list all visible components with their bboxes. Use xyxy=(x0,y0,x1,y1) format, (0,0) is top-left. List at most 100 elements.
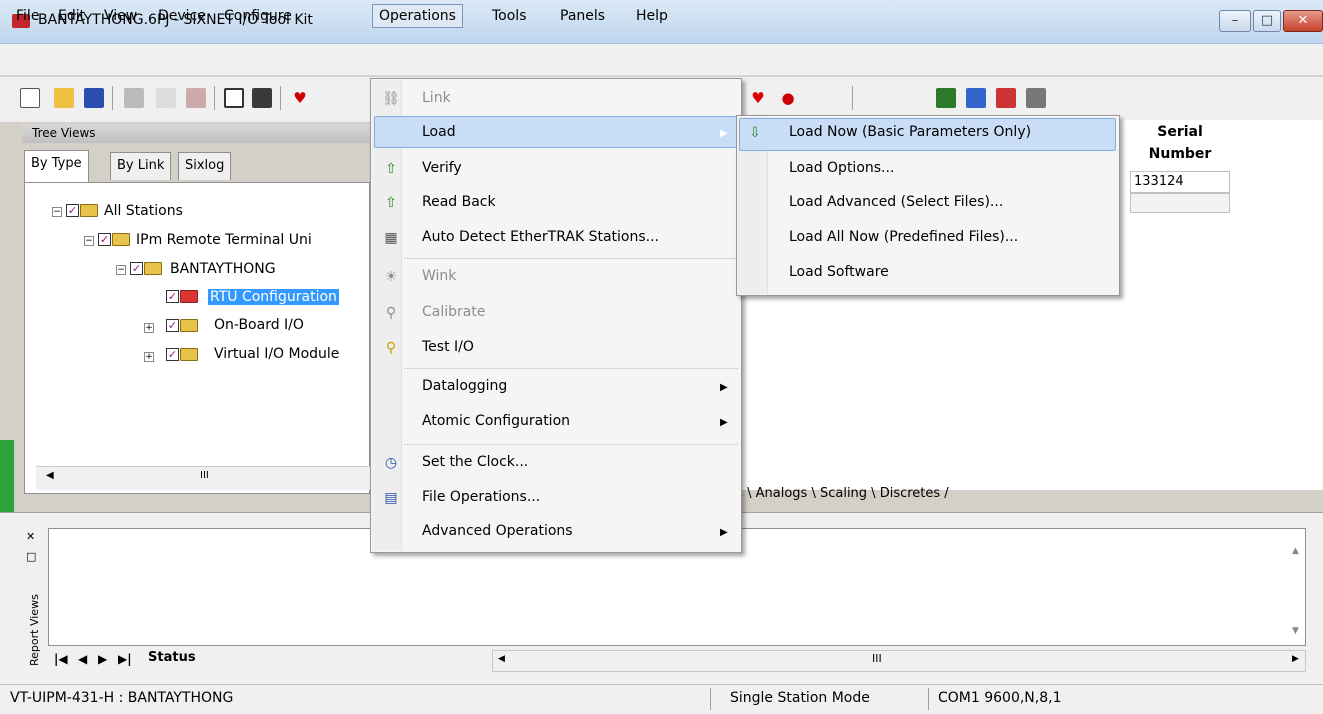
menu-help[interactable]: Help xyxy=(632,8,672,24)
menu-item-load-now[interactable]: Load Now (Basic Parameters Only) xyxy=(789,124,1031,140)
paste-icon[interactable] xyxy=(186,88,206,108)
menu-item-auto-detect[interactable]: Auto Detect EtherTRAK Stations... xyxy=(422,229,659,245)
menu-item-wink[interactable]: Wink xyxy=(422,268,456,284)
file-operations-icon: ▤ xyxy=(384,490,398,506)
auto-detect-icon: ▦ xyxy=(384,230,398,246)
last-page-icon[interactable]: ▶| xyxy=(118,652,132,666)
scroll-right-icon[interactable]: ▶ xyxy=(1292,654,1299,664)
close-icon[interactable]: ✕ xyxy=(26,530,35,543)
menu-view[interactable]: View xyxy=(100,8,141,24)
menu-file[interactable]: File xyxy=(12,8,43,24)
toolbar-separator xyxy=(112,86,113,110)
heart-icon[interactable]: ♥ xyxy=(748,88,768,108)
menu-item-atomic-configuration[interactable]: Atomic Configuration xyxy=(422,413,570,429)
verify-icon: ⇧ xyxy=(385,161,397,177)
next-page-icon[interactable]: ▶ xyxy=(98,652,107,666)
copy-icon[interactable] xyxy=(156,88,176,108)
menu-item-link[interactable]: Link xyxy=(422,90,451,106)
menu-item-load[interactable]: Load xyxy=(422,124,456,140)
checkbox-icon[interactable]: ✓ xyxy=(66,204,79,217)
expand-icon[interactable]: + xyxy=(144,352,154,362)
folder-icon xyxy=(144,262,162,275)
report-views-label: Report Views xyxy=(28,594,41,666)
expand-icon[interactable]: + xyxy=(144,323,154,333)
dnp-icon[interactable] xyxy=(996,88,1016,108)
folder-icon xyxy=(112,233,130,246)
menu-device[interactable]: Device xyxy=(154,8,210,24)
name-tag-icon[interactable] xyxy=(124,88,144,108)
tree-node-onboard-io[interactable]: On-Board I/O xyxy=(214,317,304,333)
menu-item-advanced-operations[interactable]: Advanced Operations xyxy=(422,523,573,539)
tree-node-ipm-rtu[interactable]: IPm Remote Terminal Uni xyxy=(136,232,312,248)
menu-item-calibrate[interactable]: Calibrate xyxy=(422,304,485,320)
grid-view-icon[interactable] xyxy=(252,88,272,108)
prev-page-icon[interactable]: ◀ xyxy=(78,652,87,666)
report-horizontal-scrollbar[interactable] xyxy=(492,650,1306,672)
tree-node-bantaythong[interactable]: BANTAYTHONG xyxy=(170,261,276,277)
menu-item-load-advanced[interactable]: Load Advanced (Select Files)... xyxy=(789,194,1003,210)
checkbox-icon[interactable]: ✓ xyxy=(130,262,143,275)
close-button[interactable]: ✕ xyxy=(1283,10,1323,32)
menu-item-load-options[interactable]: Load Options... xyxy=(789,160,894,176)
menu-edit[interactable]: Edit xyxy=(54,8,89,24)
clock-icon: ◷ xyxy=(384,455,398,471)
menu-panels[interactable]: Panels xyxy=(556,8,609,24)
menu-item-read-back[interactable]: Read Back xyxy=(422,194,496,210)
menu-operations[interactable]: Operations xyxy=(372,4,463,28)
scroll-thumb[interactable]: III xyxy=(200,470,209,481)
tab-sixlog[interactable]: Sixlog xyxy=(178,152,232,180)
menu-item-load-software[interactable]: Load Software xyxy=(789,264,889,280)
list-view-icon[interactable] xyxy=(224,88,244,108)
scroll-thumb[interactable]: III xyxy=(872,652,882,665)
collapse-icon[interactable]: − xyxy=(52,207,62,217)
toolbar-separator xyxy=(852,86,853,110)
iec-icon[interactable] xyxy=(1026,88,1046,108)
menu-item-set-clock[interactable]: Set the Clock... xyxy=(422,454,528,470)
wink-icon: ☀ xyxy=(384,269,398,285)
first-page-icon[interactable]: |◀ xyxy=(54,652,68,666)
menu-item-test-io[interactable]: Test I/O xyxy=(422,339,474,355)
column-header-number[interactable]: Number xyxy=(1130,146,1230,162)
scroll-left-icon[interactable]: ◀ xyxy=(498,654,505,664)
scroll-left-icon[interactable]: ◀ xyxy=(46,470,54,481)
sfc-icon[interactable] xyxy=(936,88,956,108)
collapse-icon[interactable]: − xyxy=(116,265,126,275)
checkbox-icon[interactable]: ✓ xyxy=(166,290,179,303)
tab-by-type[interactable]: By Type xyxy=(24,150,89,182)
menu-separator xyxy=(404,258,738,259)
checkbox-icon[interactable]: ✓ xyxy=(166,319,179,332)
open-folder-icon[interactable] xyxy=(54,88,74,108)
tab-by-link[interactable]: By Link xyxy=(110,152,172,180)
menu-item-file-operations[interactable]: File Operations... xyxy=(422,489,540,505)
maximize-button[interactable]: □ xyxy=(1253,10,1281,32)
tab-status[interactable]: Status xyxy=(148,650,196,665)
toolbar-separator xyxy=(214,86,215,110)
status-separator xyxy=(928,688,929,710)
menu-configure[interactable]: Configure xyxy=(220,8,296,24)
menu-item-verify[interactable]: Verify xyxy=(422,160,462,176)
submenu-arrow-icon: ▶ xyxy=(720,382,728,393)
calibrate-icon: ⚲ xyxy=(385,305,397,321)
collapse-icon[interactable]: − xyxy=(84,236,94,246)
tree-node-rtu-configuration[interactable]: RTU Configuration xyxy=(208,289,339,305)
column-header-serial[interactable]: Serial xyxy=(1130,124,1230,140)
restore-icon[interactable]: □ xyxy=(26,550,36,563)
tree-node-all-stations[interactable]: All Stations xyxy=(104,203,183,219)
scroll-down-icon[interactable]: ▼ xyxy=(1292,626,1299,636)
new-file-icon[interactable] xyxy=(20,88,40,108)
minimize-button[interactable]: – xyxy=(1219,10,1251,32)
bomb-icon[interactable]: ● xyxy=(778,88,798,108)
status-port: COM1 9600,N,8,1 xyxy=(938,690,1062,706)
serial-number-cell[interactable]: 133124 xyxy=(1130,171,1230,193)
menu-item-datalogging[interactable]: Datalogging xyxy=(422,378,507,394)
checkbox-icon[interactable]: ✓ xyxy=(166,348,179,361)
station-icon[interactable]: ♥ xyxy=(290,88,310,108)
menu-item-load-all-now[interactable]: Load All Now (Predefined Files)... xyxy=(789,229,1018,245)
tree-node-virtual-io[interactable]: Virtual I/O Module xyxy=(214,346,339,362)
user-icon[interactable] xyxy=(966,88,986,108)
menu-tools[interactable]: Tools xyxy=(488,8,531,24)
sheet-tabs[interactable]: ags \ Analogs \ Scaling \ Discretes / xyxy=(720,486,949,501)
scroll-up-icon[interactable]: ▲ xyxy=(1292,546,1299,556)
save-icon[interactable] xyxy=(84,88,104,108)
checkbox-icon[interactable]: ✓ xyxy=(98,233,111,246)
